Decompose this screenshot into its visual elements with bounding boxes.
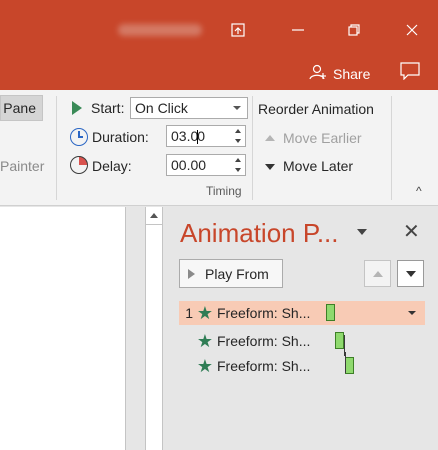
minimize-icon[interactable] [288,20,308,40]
delay-spinner[interactable]: 00.00 [166,154,246,176]
item-number: 1 [185,305,193,321]
text-cursor [197,130,199,145]
duration-spin-arrows[interactable] [231,126,245,146]
delay-spin-arrows[interactable] [231,155,245,175]
chevron-up-icon[interactable]: ^ [416,184,422,198]
delay-label: Delay: [92,158,132,174]
chevron-down-icon[interactable] [408,311,416,315]
clock-icon [70,128,88,146]
start-select[interactable]: On Click [130,97,248,119]
item-name: Freeform: Sh... [217,333,311,349]
arrow-down-icon [405,270,416,277]
reorder-animation-label: Reorder Animation [258,101,374,117]
timeline-bar [345,357,354,374]
animation-list-item[interactable]: 1 ★ Freeform: Sh... [179,301,425,325]
arrow-up-icon [372,270,383,277]
move-later-icon [265,164,275,170]
group-divider [252,96,253,200]
move-earlier-button[interactable]: Move Earlier [283,130,362,146]
scroll-up-icon[interactable] [146,207,162,225]
start-value: On Click [135,100,188,116]
duration-label: Duration: [92,129,149,145]
pane-options-icon[interactable] [357,229,367,235]
share-label: Share [333,65,371,82]
timeline-bar [326,304,335,321]
share-button[interactable]: Share [309,64,370,83]
animation-painter-button[interactable]: Painter [0,158,44,174]
play-from-label: Play From [205,265,269,282]
group-label-timing: Timing [206,184,242,198]
vertical-scrollbar[interactable] [145,207,163,450]
move-later-button[interactable]: Move Later [283,158,353,174]
group-divider [56,96,57,200]
animation-list-item[interactable]: ★ Freeform: Sh... [179,352,425,378]
move-down-button[interactable] [397,260,424,287]
title-bar [0,0,438,58]
start-play-icon [72,101,82,115]
animation-list-item[interactable]: ★ Freeform: Sh... [179,329,425,356]
move-earlier-icon [265,135,275,141]
move-up-button[interactable] [364,260,391,287]
group-divider [391,96,392,200]
star-icon: ★ [196,355,214,376]
delay-value: 00.00 [171,157,207,173]
item-name: Freeform: Sh... [217,358,311,374]
close-icon[interactable] [402,20,422,40]
ribbon-display-options-icon[interactable] [228,20,248,40]
person-add-icon [309,64,327,83]
pane-title: Animation P... [180,218,339,248]
play-from-button[interactable]: Play From [179,259,283,288]
start-label: Start: [91,100,125,116]
animation-pane-button[interactable]: Pane [0,95,43,121]
play-icon [188,268,195,279]
duration-spinner[interactable]: 03.00 [166,125,246,147]
timeline-bar [335,332,344,349]
share-bar [0,58,438,90]
star-icon: ★ [196,330,214,351]
slide-canvas[interactable] [0,207,126,450]
star-icon: ★ [196,302,214,323]
close-icon[interactable]: ✕ [403,219,420,244]
window-title [118,24,202,36]
timeline-marker [345,352,346,373]
item-name: Freeform: Sh... [217,305,311,321]
duration-value: 03.00 [171,128,206,145]
comment-icon[interactable] [400,62,420,81]
delay-icon [70,156,88,174]
chevron-down-icon [233,106,241,110]
restore-icon[interactable] [344,20,364,40]
